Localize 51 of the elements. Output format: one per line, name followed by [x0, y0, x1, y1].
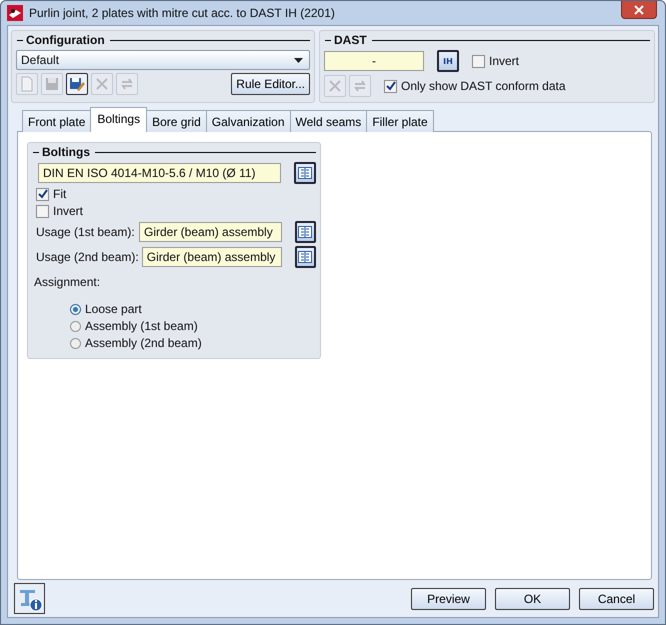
- rule-editor-button[interactable]: Rule Editor...: [231, 73, 310, 95]
- tab[interactable]: Boltings: [90, 107, 148, 132]
- invert-checkbox[interactable]: Invert: [472, 54, 520, 68]
- catalog-button[interactable]: [295, 246, 316, 268]
- refresh-icon: [119, 76, 135, 92]
- group-title: Configuration: [16, 33, 105, 47]
- bolt-field[interactable]: DIN EN ISO 4014-M10-5.6 / M10 (Ø 11): [38, 163, 282, 183]
- window-title: Purlin joint, 2 plates with mitre cut acc. to DAST IH (2201): [29, 6, 335, 20]
- tab[interactable]: Front plate: [22, 110, 92, 132]
- list-icon: [298, 167, 312, 179]
- dialog-button[interactable]: Preview: [411, 588, 486, 610]
- usage-field[interactable]: Girder (beam) assembly: [142, 247, 282, 267]
- close-button[interactable]: [621, 1, 657, 19]
- close-icon: [634, 4, 644, 14]
- dialog-button[interactable]: OK: [495, 588, 570, 610]
- list-icon: [298, 226, 312, 238]
- checkbox[interactable]: Fit: [36, 187, 316, 201]
- dropdown-arrow-icon: [294, 58, 303, 62]
- radio-option[interactable]: Assembly (2nd beam): [70, 336, 316, 350]
- save-as-tool-button[interactable]: [66, 73, 88, 95]
- configuration-dropdown[interactable]: Default: [16, 50, 310, 70]
- catalog-button[interactable]: [294, 221, 316, 243]
- delete-icon: [94, 76, 110, 92]
- usage-field[interactable]: Girder (beam) assembly: [139, 222, 282, 242]
- list-icon: [298, 251, 312, 263]
- catalog-button[interactable]: [294, 162, 316, 184]
- group-title: Boltings: [32, 145, 90, 159]
- radio-option[interactable]: Loose part: [70, 302, 316, 316]
- dast-field[interactable]: -: [324, 51, 424, 71]
- save-icon: [44, 76, 60, 92]
- info-button[interactable]: [14, 583, 45, 614]
- tab[interactable]: Filler plate: [366, 110, 434, 132]
- tab[interactable]: Bore grid: [146, 110, 207, 132]
- save-as-icon: [69, 76, 85, 92]
- tab[interactable]: Galvanization: [206, 110, 290, 132]
- radio-option[interactable]: Assembly (1st beam): [70, 319, 316, 333]
- dialog-button[interactable]: Cancel: [579, 588, 654, 610]
- assignment-label: Assignment:: [33, 274, 102, 291]
- checkbox[interactable]: Invert: [36, 204, 316, 218]
- group-title: DAST: [324, 33, 367, 47]
- dast-picker-button[interactable]: IH: [437, 50, 459, 72]
- only-conform-checkbox[interactable]: Only show DAST conform data: [384, 79, 566, 93]
- check-icon: [38, 189, 48, 199]
- tab[interactable]: Weld seams: [290, 110, 368, 132]
- delete-icon: [327, 78, 343, 94]
- check-icon: [386, 81, 396, 91]
- refresh-icon: [352, 78, 368, 94]
- field-label: Usage (1st beam):: [35, 225, 136, 239]
- field-label: Usage (2nd beam):: [35, 250, 139, 264]
- new-icon: [19, 76, 35, 92]
- app-icon: [7, 5, 23, 21]
